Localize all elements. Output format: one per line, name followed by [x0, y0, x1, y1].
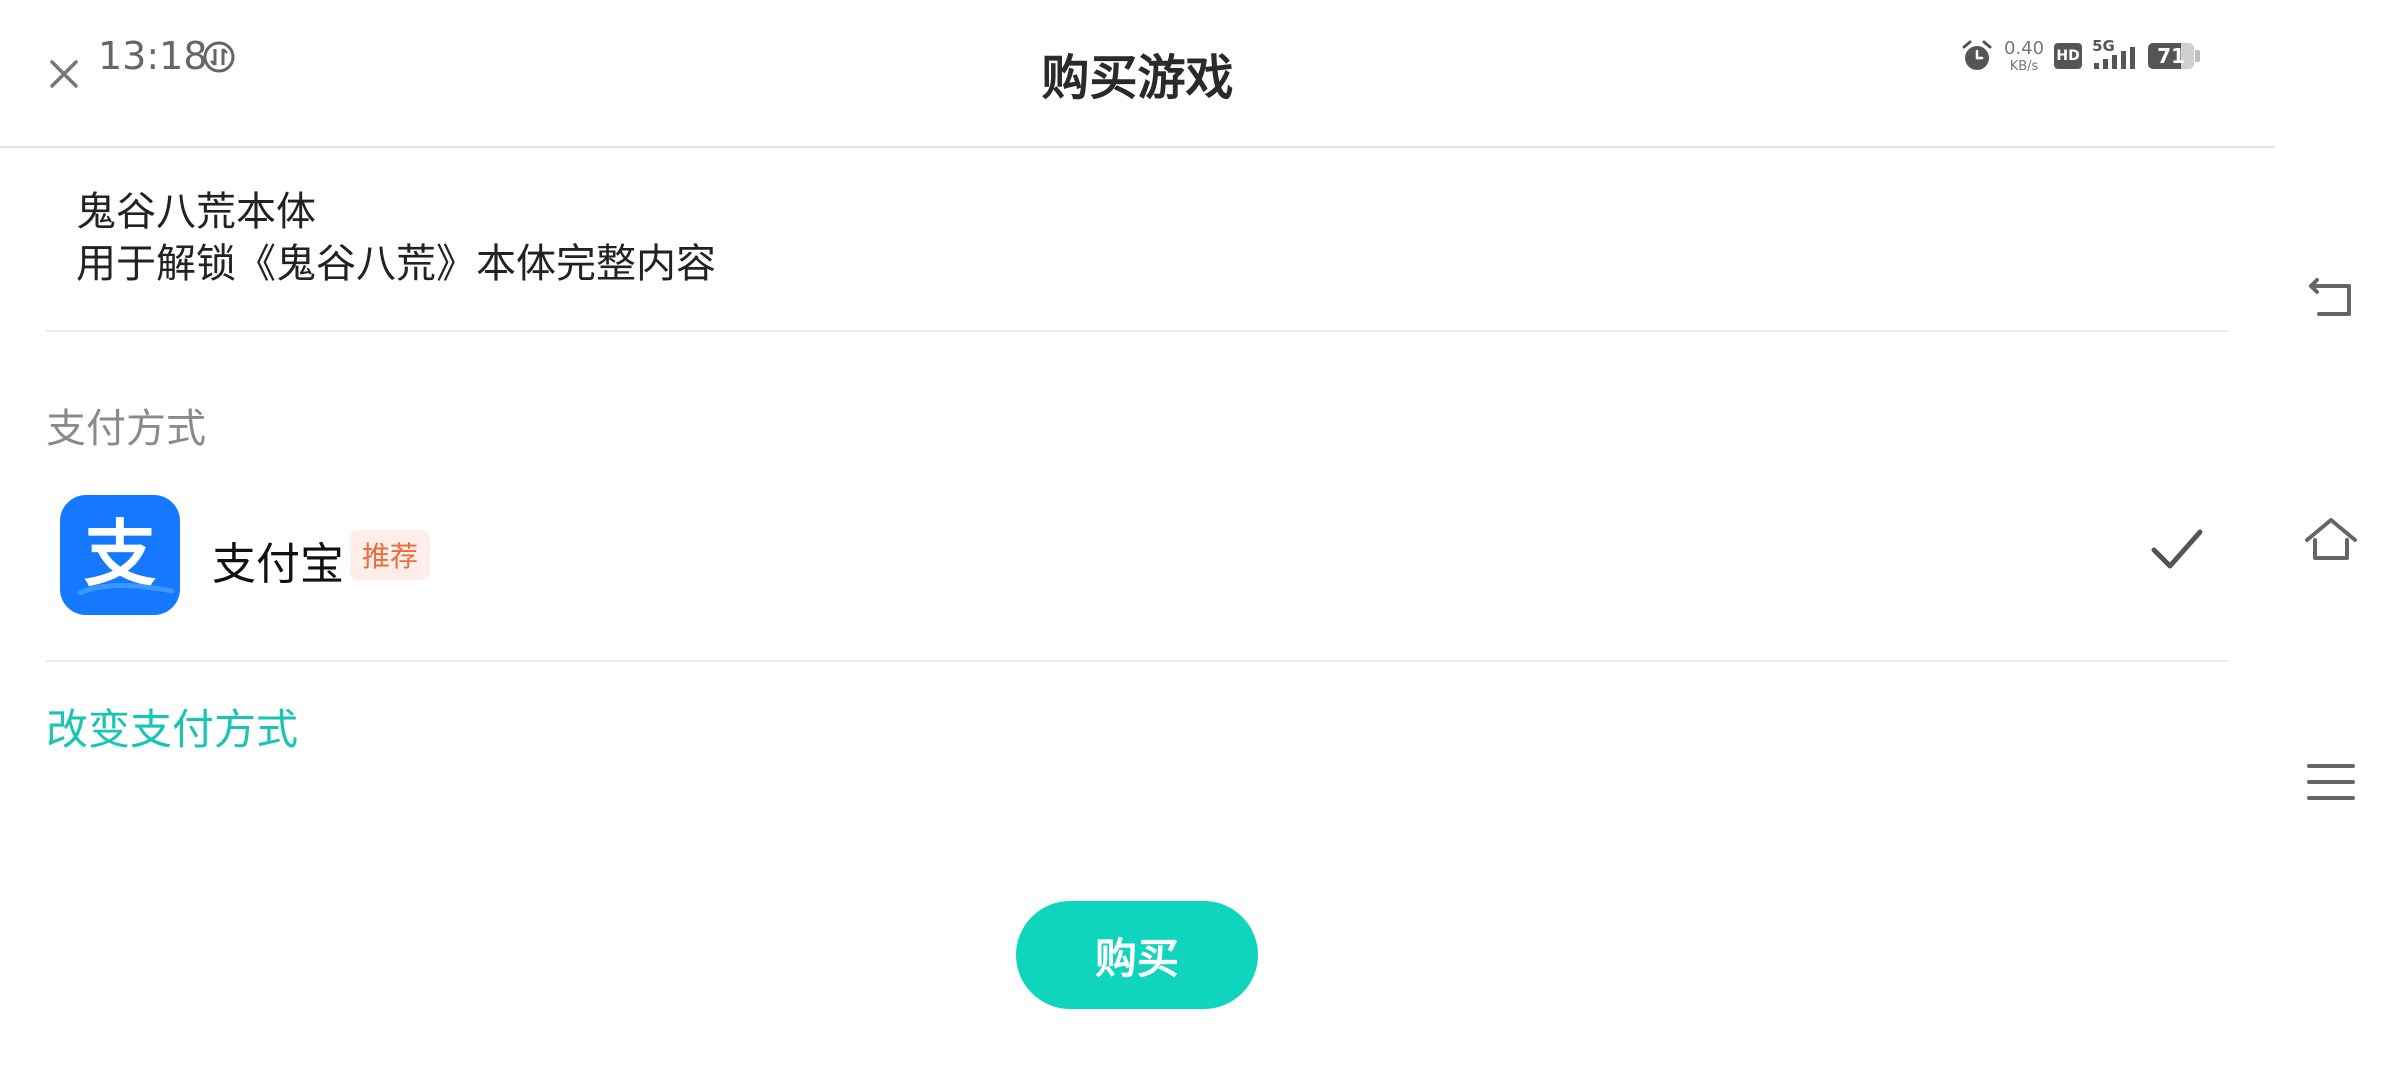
- menu-icon[interactable]: [2303, 754, 2359, 810]
- payment-section-label: 支付方式: [46, 406, 206, 452]
- home-icon[interactable]: [2303, 512, 2359, 568]
- change-payment-link[interactable]: 改变支付方式: [46, 696, 298, 757]
- divider: [46, 330, 2228, 332]
- battery-level: 71: [2157, 44, 2185, 68]
- signal-bars-icon: [2094, 47, 2136, 69]
- hd-icon: HD: [2054, 43, 2083, 69]
- alipay-icon: 支: [60, 495, 180, 615]
- net-speed-value: 0.40: [2004, 37, 2045, 59]
- signal-5g-icon: 5G: [2092, 37, 2138, 73]
- net-speed: 0.40 KB/s: [2004, 37, 2045, 74]
- status-icons: 0.40 KB/s HD 5G 71: [1960, 36, 2202, 76]
- product-info: 鬼谷八荒本体 用于解锁《鬼谷八荒》本体完整内容: [76, 186, 716, 290]
- check-icon: [2151, 529, 2203, 569]
- back-icon[interactable]: [2303, 270, 2359, 326]
- page-title: 购买游戏: [1041, 50, 1234, 106]
- product-description: 用于解锁《鬼谷八荒》本体完整内容: [76, 241, 716, 287]
- battery-icon: 71: [2148, 42, 2202, 70]
- payment-method-name: 支付宝: [212, 539, 344, 590]
- header: 13:18 购买游戏 0.40 KB/s HD 5G 71: [0, 0, 2275, 148]
- net-speed-unit: KB/s: [2009, 58, 2039, 74]
- side-navigation: [2275, 0, 2388, 1080]
- payment-method-alipay[interactable]: 支 支付宝 推荐: [46, 490, 2228, 620]
- product-name: 鬼谷八荒本体: [76, 189, 316, 235]
- alarm-icon: [1962, 40, 1992, 70]
- buy-button[interactable]: 购买: [1016, 901, 1258, 1009]
- purchase-game-page: 13:18 购买游戏 0.40 KB/s HD 5G 71 鬼谷八荒本体 用于解…: [0, 0, 2388, 1080]
- recommend-badge: 推荐: [350, 530, 431, 580]
- divider: [46, 660, 2228, 662]
